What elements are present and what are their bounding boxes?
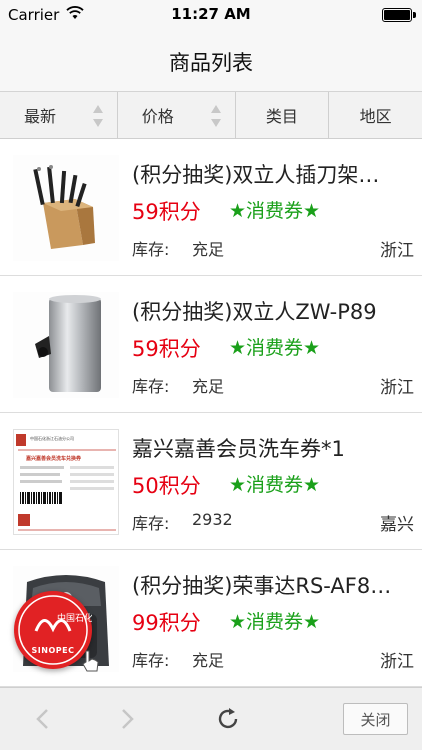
stock-value: 充足 (192, 240, 225, 259)
navigation-bar: 商品列表 (0, 30, 422, 92)
filter-tab-latest[interactable]: 最新 (0, 92, 118, 138)
stock-label: 库存: (132, 514, 170, 533)
badge-chinese-text: 中国石化 (57, 612, 92, 624)
back-arrow-icon[interactable] (33, 708, 53, 730)
page-title: 商品列表 (169, 51, 253, 75)
stock-label: 库存: (132, 240, 170, 259)
filter-tab-label: 价格 (141, 107, 174, 126)
filter-tab-label: 类目 (265, 107, 298, 126)
filter-bar: 最新 价格 类目 地区 (0, 92, 422, 139)
sort-arrows-icon (210, 105, 221, 127)
battery-icon (382, 8, 416, 22)
filter-tab-price[interactable]: 价格 (118, 92, 236, 138)
car-wash-voucher-image: 中国石化浙江石油分公司 嘉兴嘉善会员洗车兑换券 (13, 429, 119, 535)
product-row[interactable]: (积分抽奖)双立人插刀架… 59积分 ★消费券★ 库存: 充足 浙江 (0, 139, 422, 276)
product-price: 99积分 (132, 611, 201, 635)
hand-pointer-icon (82, 650, 99, 672)
product-price: 59积分 (132, 337, 201, 361)
stock-value: 充足 (192, 651, 225, 670)
product-region: 浙江 (380, 378, 414, 398)
voucher-org-text: 中国石化浙江石油分公司 (30, 435, 74, 441)
stock-value: 2932 (192, 510, 233, 529)
coupon-tag: ★消费券★ (229, 337, 321, 359)
product-row[interactable]: 中国石化浙江石油分公司 嘉兴嘉善会员洗车兑换券 嘉兴嘉善会员洗车券*1 50积分… (0, 413, 422, 550)
clock: 11:27 AM (171, 5, 251, 23)
product-title: 嘉兴嘉善会员洗车券*1 (132, 437, 345, 461)
filter-tab-category[interactable]: 类目 (236, 92, 330, 138)
coupon-tag: ★消费券★ (229, 474, 321, 496)
stock-value: 充足 (192, 377, 225, 396)
product-title: (积分抽奖)荣事达RS-AF8… (132, 574, 392, 598)
product-region: 浙江 (380, 241, 414, 261)
stock-label: 库存: (132, 377, 170, 396)
product-price: 50积分 (132, 474, 201, 498)
sort-arrows-icon (92, 105, 103, 127)
product-region: 浙江 (380, 652, 414, 672)
coupon-tag: ★消费券★ (229, 200, 321, 222)
product-row[interactable]: (积分抽奖)双立人ZW-P89 59积分 ★消费券★ 库存: 充足 浙江 (0, 276, 422, 413)
bottom-toolbar: 关闭 (0, 687, 422, 750)
sinopec-floating-button[interactable]: 中国石化 SINOPEC (14, 591, 99, 672)
product-title: (积分抽奖)双立人插刀架… (132, 163, 380, 187)
stock-label: 库存: (132, 651, 170, 670)
product-title: (积分抽奖)双立人ZW-P89 (132, 300, 377, 324)
close-button[interactable]: 关闭 (343, 703, 408, 735)
filter-tab-region[interactable]: 地区 (329, 92, 422, 138)
forward-arrow-icon[interactable] (117, 708, 137, 730)
refresh-icon[interactable] (214, 705, 242, 733)
knife-block-image (13, 155, 119, 261)
coupon-tag: ★消费券★ (229, 611, 321, 633)
filter-tab-label: 地区 (359, 107, 392, 126)
filter-tab-label: 最新 (24, 107, 57, 126)
status-bar: Carrier 11:27 AM (0, 0, 422, 30)
product-price: 59积分 (132, 200, 201, 224)
voucher-heading-text: 嘉兴嘉善会员洗车兑换券 (25, 455, 82, 462)
steel-kettle-image (13, 292, 119, 398)
product-region: 嘉兴 (380, 515, 414, 535)
